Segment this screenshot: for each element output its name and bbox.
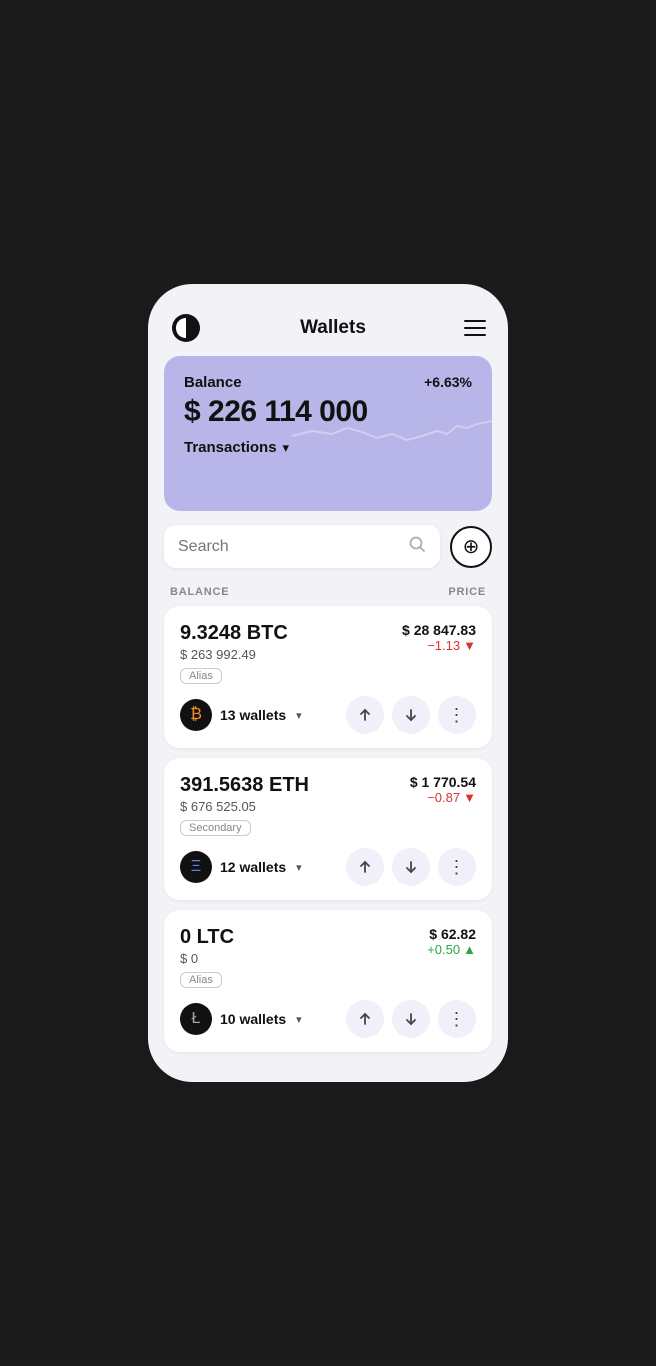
menu-line-3 <box>464 334 486 336</box>
search-input-wrap <box>164 525 440 568</box>
balance-card: Balance +6.63% $ 226 114 000 Transaction… <box>164 356 492 511</box>
asset-price-col-ltc: $ 62.82 +0.50 ▲ <box>427 926 476 957</box>
asset-card-btc: 9.3248 BTC $ 263 992.49 Alias $ 28 847.8… <box>164 606 492 748</box>
asset-usd-eth: $ 676 525.05 <box>180 799 309 814</box>
asset-actions-ltc: ⋮ <box>346 1000 476 1038</box>
send-button-btc[interactable] <box>346 696 384 734</box>
asset-price-col-btc: $ 28 847.83 −1.13 ▼ <box>402 622 476 653</box>
more-icon-btc: ⋮ <box>448 705 467 726</box>
asset-price-col-eth: $ 1 770.54 −0.87 ▼ <box>410 774 476 805</box>
balance-change: +6.63% <box>424 374 472 390</box>
asset-card-ltc: 0 LTC $ 0 Alias $ 62.82 +0.50 ▲ Ł 10 wal… <box>164 910 492 1052</box>
plus-icon: ⊕ <box>463 534 480 559</box>
column-headers: BALANCE PRICE <box>148 578 508 606</box>
col-header-price: PRICE <box>448 586 486 598</box>
asset-change-eth: −0.87 ▼ <box>410 790 476 805</box>
wallet-info-eth[interactable]: Ξ 12 wallets ▾ <box>180 851 302 883</box>
more-icon-eth: ⋮ <box>448 857 467 878</box>
wallet-chevron-ltc: ▾ <box>296 1013 302 1026</box>
menu-line-2 <box>464 327 486 329</box>
asset-left-btc: 9.3248 BTC $ 263 992.49 Alias <box>180 622 288 684</box>
btc-coin-icon: ₿ <box>180 699 212 731</box>
transactions-label: Transactions <box>184 439 277 456</box>
logo-icon <box>170 312 202 344</box>
wallet-count-ltc: 10 wallets <box>220 1011 286 1027</box>
triangle-down-icon-btc: ▼ <box>463 638 476 653</box>
more-button-ltc[interactable]: ⋮ <box>438 1000 476 1038</box>
asset-change-ltc: +0.50 ▲ <box>427 942 476 957</box>
asset-usd-ltc: $ 0 <box>180 951 234 966</box>
send-button-eth[interactable] <box>346 848 384 886</box>
receive-button-btc[interactable] <box>392 696 430 734</box>
asset-bottom-ltc: Ł 10 wallets ▾ <box>180 1000 476 1038</box>
asset-amount-btc: 9.3248 BTC <box>180 622 288 645</box>
asset-amount-ltc: 0 LTC <box>180 926 234 949</box>
phone-shell: Wallets Balance +6.63% $ 226 114 000 Tra… <box>148 284 508 1082</box>
asset-top-eth: 391.5638 ETH $ 676 525.05 Secondary $ 1 … <box>180 774 476 836</box>
receive-button-ltc[interactable] <box>392 1000 430 1038</box>
asset-usd-btc: $ 263 992.49 <box>180 647 288 662</box>
triangle-down-icon-eth: ▼ <box>463 790 476 805</box>
balance-chart <box>292 396 492 466</box>
more-icon-ltc: ⋮ <box>448 1009 467 1030</box>
header: Wallets <box>148 302 508 356</box>
asset-top-ltc: 0 LTC $ 0 Alias $ 62.82 +0.50 ▲ <box>180 926 476 988</box>
asset-card-eth: 391.5638 ETH $ 676 525.05 Secondary $ 1 … <box>164 758 492 900</box>
col-header-balance: BALANCE <box>170 586 229 598</box>
wallet-chevron-btc: ▾ <box>296 709 302 722</box>
triangle-up-icon-ltc: ▲ <box>463 942 476 957</box>
ltc-coin-icon: Ł <box>180 1003 212 1035</box>
search-icon <box>408 535 426 558</box>
asset-actions-eth: ⋮ <box>346 848 476 886</box>
receive-button-eth[interactable] <box>392 848 430 886</box>
eth-coin-icon: Ξ <box>180 851 212 883</box>
asset-change-btc: −1.13 ▼ <box>402 638 476 653</box>
more-button-eth[interactable]: ⋮ <box>438 848 476 886</box>
add-wallet-button[interactable]: ⊕ <box>450 526 492 568</box>
search-input[interactable] <box>178 538 400 556</box>
asset-price-btc: $ 28 847.83 <box>402 622 476 638</box>
asset-bottom-btc: ₿ 13 wallets ▾ <box>180 696 476 734</box>
asset-tag-btc: Alias <box>180 668 222 684</box>
page-title: Wallets <box>300 317 366 339</box>
wallet-count-eth: 12 wallets <box>220 859 286 875</box>
send-button-ltc[interactable] <box>346 1000 384 1038</box>
asset-actions-btc: ⋮ <box>346 696 476 734</box>
wallet-chevron-eth: ▾ <box>296 861 302 874</box>
wallet-info-btc[interactable]: ₿ 13 wallets ▾ <box>180 699 302 731</box>
search-row: ⊕ <box>148 525 508 578</box>
assets-list: 9.3248 BTC $ 263 992.49 Alias $ 28 847.8… <box>148 606 508 1052</box>
asset-amount-eth: 391.5638 ETH <box>180 774 309 797</box>
more-button-btc[interactable]: ⋮ <box>438 696 476 734</box>
menu-button[interactable] <box>464 320 486 336</box>
asset-top-btc: 9.3248 BTC $ 263 992.49 Alias $ 28 847.8… <box>180 622 476 684</box>
asset-price-ltc: $ 62.82 <box>427 926 476 942</box>
wallet-info-ltc[interactable]: Ł 10 wallets ▾ <box>180 1003 302 1035</box>
asset-tag-eth: Secondary <box>180 820 251 836</box>
asset-left-eth: 391.5638 ETH $ 676 525.05 Secondary <box>180 774 309 836</box>
transactions-chevron-icon: ▾ <box>283 440 290 456</box>
asset-tag-ltc: Alias <box>180 972 222 988</box>
menu-line-1 <box>464 320 486 322</box>
asset-price-eth: $ 1 770.54 <box>410 774 476 790</box>
asset-left-ltc: 0 LTC $ 0 Alias <box>180 926 234 988</box>
wallet-count-btc: 13 wallets <box>220 707 286 723</box>
asset-bottom-eth: Ξ 12 wallets ▾ <box>180 848 476 886</box>
